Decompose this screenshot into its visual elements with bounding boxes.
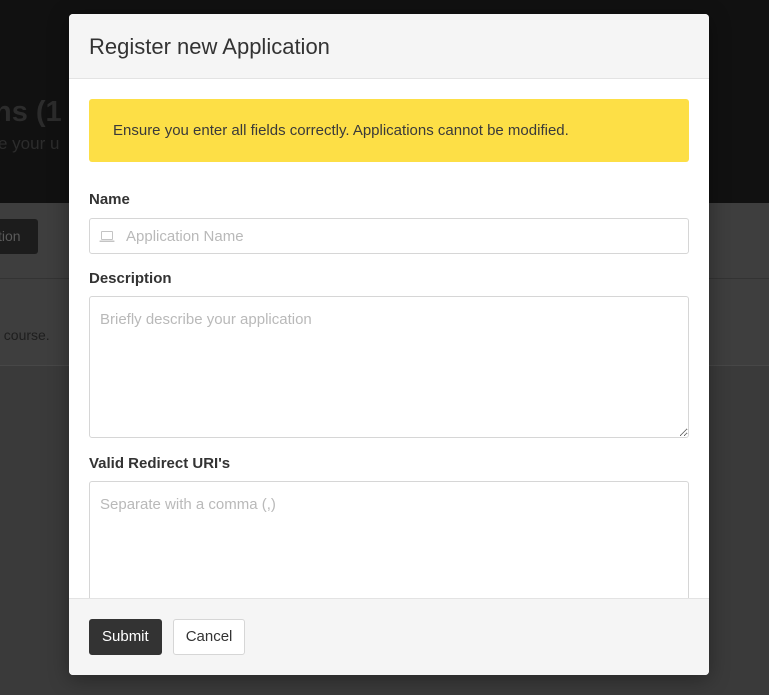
modal-footer: Submit Cancel — [69, 598, 709, 675]
modal-body: Ensure you enter all fields correctly. A… — [69, 79, 709, 598]
warning-message: Ensure you enter all fields correctly. A… — [89, 99, 689, 162]
redirect-uris-textarea[interactable] — [89, 481, 689, 598]
application-name-input[interactable] — [90, 219, 688, 253]
redirect-uris-label: Valid Redirect URI's — [89, 455, 231, 472]
modal-title: Register new Application — [89, 34, 330, 59]
submit-button[interactable]: Submit — [89, 619, 162, 655]
modal-header: Register new Application — [69, 14, 709, 79]
name-label: Name — [89, 191, 130, 208]
name-input-group — [89, 218, 689, 254]
description-label: Description — [89, 270, 172, 287]
background-content-text: f course. — [0, 327, 50, 343]
background-title: ns (1 — [0, 96, 62, 128]
background-subtitle: e your u — [0, 134, 60, 153]
background-new-application-button: tion — [0, 219, 38, 254]
cancel-button[interactable]: Cancel — [172, 619, 246, 655]
register-application-modal: Register new Application Ensure you ente… — [69, 14, 709, 675]
description-textarea[interactable] — [89, 296, 689, 438]
